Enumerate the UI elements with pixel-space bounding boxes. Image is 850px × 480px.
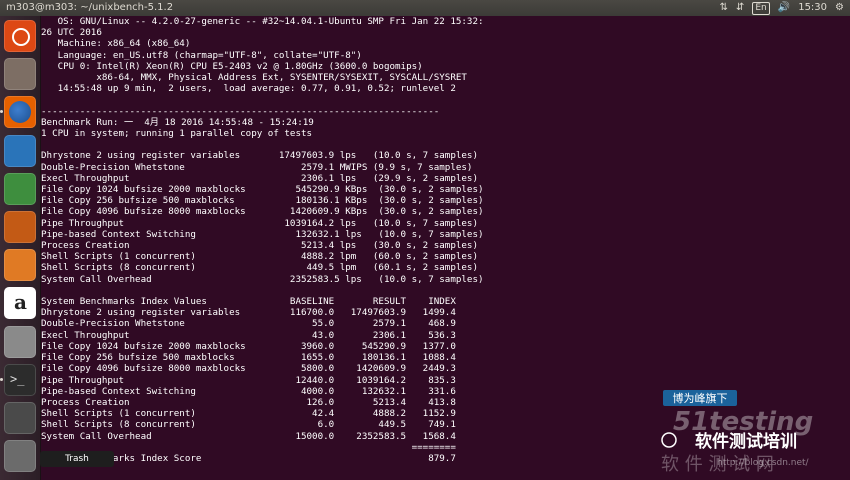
terminal-line: Process Creation 5213.4 lps (30.0 s, 2 s… (41, 240, 478, 252)
terminal-line: File Copy 4096 bufsize 8000 maxblocks 14… (41, 206, 484, 218)
terminal-line: Shell Scripts (8 concurrent) 449.5 lpm (… (41, 262, 478, 274)
terminal-line: Pipe Throughput 1039164.2 lps (10.0 s, 7… (41, 217, 478, 229)
terminal-line: x86-64, MMX, Physical Address Ext, SYSEN… (96, 72, 467, 84)
watermark-slogan: 软件测试培训 (695, 431, 797, 452)
keyboard-layout-indicator[interactable]: En (752, 1, 770, 15)
terminal-line: ----------------------------------------… (41, 105, 440, 117)
terminal-line: File Copy 4096 bufsize 8000 maxblocks 58… (41, 363, 456, 375)
terminal-line: Language: en_US.utf8 (charmap="UTF-8", c… (57, 49, 362, 61)
trash-tooltip: Trash (40, 451, 114, 467)
terminal-icon[interactable]: >_ (4, 363, 36, 396)
terminal-line: Double-Precision Whetstone 55.0 2579.1 4… (41, 318, 456, 330)
save-drive-icon[interactable] (4, 402, 36, 434)
watermark-url: http://blog.csdn.net/ (717, 458, 810, 468)
network-updown-icon[interactable]: ⇅ (720, 1, 728, 15)
volume-icon[interactable]: 🔊 (778, 1, 790, 15)
terminal-line: Benchmark Run: 一 4月 18 2016 14:55:48 - 1… (41, 116, 314, 128)
terminal-line: 14:55:48 up 9 min, 2 users, load average… (57, 83, 456, 95)
terminal-output[interactable]: OS: GNU/Linux -- 4.2.0-27-generic -- #32… (41, 16, 484, 464)
terminal-line: System Benchmarks Index Values BASELINE … (41, 296, 456, 308)
system-tray: ⇅ ⇵ En 🔊 15:30 ⚙ (720, 1, 844, 15)
dash-icon[interactable] (4, 20, 36, 52)
terminal-line: Dhrystone 2 using register variables 116… (41, 307, 456, 319)
watermark-badge: 博为峰旗下 (673, 391, 728, 405)
terminal-line: File Copy 1024 bufsize 2000 maxblocks 54… (41, 184, 484, 196)
watermark-logo: 博为峰旗下 51testing 软件测试培训 软 件 测 试 网 http://… (661, 390, 813, 475)
top-panel: m303@m303: ~/unixbench-5.1.2 ⇅ ⇵ En 🔊 15… (0, 0, 850, 16)
files-icon[interactable] (4, 58, 36, 91)
unity-launcher: a >_ (0, 16, 41, 480)
terminal-line: System Call Overhead 2352583.5 lps (10.0… (41, 273, 484, 285)
terminal-line: 1 CPU in system; running 1 parallel copy… (41, 128, 313, 140)
terminal-line: Dhrystone 2 using register variables 174… (41, 150, 478, 162)
writer-icon[interactable] (4, 134, 36, 167)
terminal-line: OS: GNU/Linux -- 4.2.0-27-generic -- #32… (57, 16, 484, 27)
amazon-icon[interactable]: a (4, 287, 36, 320)
gear-icon[interactable]: ⚙ (835, 1, 844, 15)
terminal-line: Machine: x86_64 (x86_64) (57, 38, 191, 50)
window-title: m303@m303: ~/unixbench-5.1.2 (6, 2, 174, 13)
terminal-line: CPU 0: Intel(R) Xeon(R) CPU E5-2403 v2 @… (57, 60, 423, 72)
terminal-line: Execl Throughput 43.0 2306.1 536.3 (41, 329, 456, 341)
terminal-line: Shell Scripts (1 concurrent) 4888.2 lpm … (41, 251, 478, 263)
terminal-line: File Copy 256 bufsize 500 maxblocks 1655… (41, 352, 456, 364)
wechat-icon (661, 432, 677, 448)
terminal-line: Execl Throughput 2306.1 lps (29.9 s, 2 s… (41, 172, 478, 184)
terminal-line: File Copy 1024 bufsize 2000 maxblocks 39… (41, 340, 456, 352)
clock[interactable]: 15:30 (798, 1, 827, 15)
calc-icon[interactable] (4, 172, 36, 205)
terminal-line: Shell Scripts (8 concurrent) 6.0 449.5 7… (41, 419, 456, 431)
firefox-icon[interactable] (4, 96, 36, 129)
running-indicator (0, 377, 3, 381)
trash-icon[interactable] (4, 440, 36, 473)
system-settings-icon[interactable] (4, 325, 36, 358)
software-center-icon[interactable] (4, 249, 36, 282)
terminal-line: Pipe-based Context Switching 132632.1 lp… (41, 228, 484, 240)
terminal-line: Process Creation 126.0 5213.4 413.8 (41, 396, 456, 408)
terminal-line: Pipe-based Context Switching 4000.0 1326… (41, 385, 456, 397)
sort-arrows-icon[interactable]: ⇵ (736, 1, 744, 15)
terminal-line: Double-Precision Whetstone 2579.1 MWIPS … (41, 161, 473, 173)
terminal-line: 26 UTC 2016 (41, 27, 102, 39)
terminal-line: File Copy 256 bufsize 500 maxblocks 1801… (41, 195, 484, 207)
terminal-line: System Call Overhead 15000.0 2352583.5 1… (41, 430, 456, 442)
terminal-line: Shell Scripts (1 concurrent) 42.4 4888.2… (41, 408, 456, 420)
running-indicator (0, 110, 3, 114)
terminal-line: Pipe Throughput 12440.0 1039164.2 835.3 (41, 374, 456, 386)
impress-icon[interactable] (4, 211, 36, 243)
